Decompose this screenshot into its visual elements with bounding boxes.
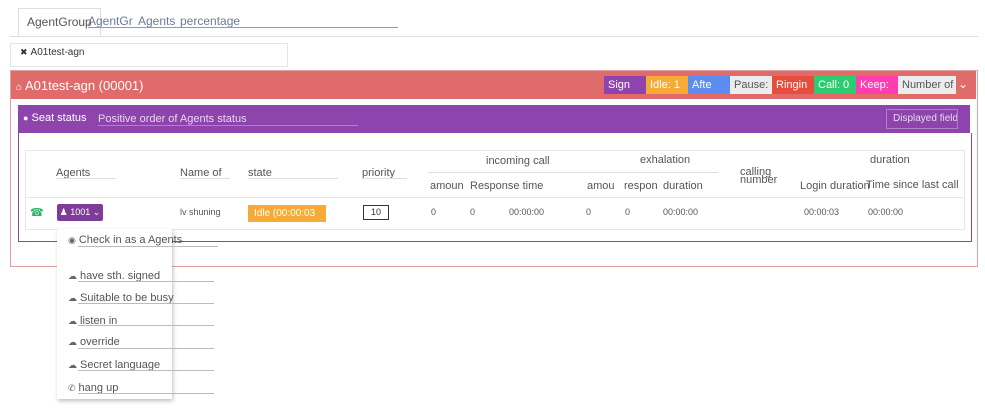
user-icon: ♟ bbox=[59, 207, 68, 217]
cloud-icon: ☁ bbox=[68, 293, 77, 303]
filter-chip-label: A01test-agn bbox=[30, 47, 85, 58]
tab-agents[interactable]: Agents bbox=[138, 14, 175, 28]
header-incoming-call: incoming call bbox=[486, 155, 550, 167]
cell-name: lv shuning bbox=[180, 207, 221, 217]
cell-out-response: 0 bbox=[625, 207, 631, 217]
menu-divider bbox=[78, 281, 214, 282]
tab-strip: AgentGroup AgentGr Agents percentage bbox=[10, 8, 978, 37]
badge-call[interactable]: Call: 0 bbox=[814, 76, 860, 94]
phone-hangup-icon: ✆ bbox=[68, 383, 76, 393]
menu-item-override[interactable]: ☁ override bbox=[68, 336, 120, 348]
menu-divider bbox=[78, 303, 214, 304]
tab-underline bbox=[88, 27, 398, 28]
badge-ringing[interactable]: Ringin bbox=[772, 76, 816, 94]
agent-id: 1001 bbox=[70, 207, 91, 217]
cell-since-last-call: 00:00:00 bbox=[868, 207, 904, 217]
header-duration: duration bbox=[870, 154, 910, 166]
filter-chip[interactable]: ✖ A01test-agn bbox=[20, 47, 84, 58]
cell-in-time: 00:00:00 bbox=[509, 207, 545, 217]
col-login-duration[interactable]: Login duration bbox=[800, 180, 870, 192]
col-since-last-call[interactable]: Time since last call bbox=[866, 179, 959, 191]
badge-keep[interactable]: Keep: bbox=[856, 76, 900, 94]
agent-action-menu bbox=[57, 229, 172, 399]
chevron-down-icon: ⌄ bbox=[92, 207, 101, 217]
menu-divider bbox=[78, 393, 214, 394]
cell-in-amount: 0 bbox=[431, 207, 437, 217]
menu-divider bbox=[78, 246, 218, 247]
header-divider bbox=[428, 172, 718, 173]
menu-item-label: Check in as a Agents bbox=[78, 234, 183, 246]
menu-divider bbox=[78, 348, 214, 349]
state-badge: Idle (00:00:03 bbox=[248, 205, 326, 222]
phone-icon: ☎ bbox=[30, 207, 44, 219]
col-in-amount[interactable]: amoun bbox=[430, 180, 464, 192]
cell-login-duration: 00:00:03 bbox=[804, 207, 840, 217]
badge-idle[interactable]: Idle: 1 bbox=[646, 76, 690, 94]
header-calling-number: calling number bbox=[740, 166, 778, 186]
chat-icon: ● bbox=[23, 113, 29, 123]
col-in-response[interactable]: Response time bbox=[470, 180, 543, 192]
priority-input[interactable]: 10 bbox=[363, 205, 389, 220]
rss-icon: ◉ bbox=[68, 235, 76, 245]
seat-status-label: Seat status bbox=[31, 112, 87, 124]
cell-out-amount: 0 bbox=[586, 207, 592, 217]
row-divider bbox=[25, 197, 963, 198]
home-icon: ⌂ bbox=[16, 82, 23, 93]
tab-agentgr[interactable]: AgentGr bbox=[88, 14, 133, 28]
col-state-underline bbox=[248, 178, 338, 179]
badge-after[interactable]: Afte bbox=[688, 76, 732, 94]
menu-item-label: override bbox=[80, 336, 120, 348]
tab-percentage[interactable]: percentage bbox=[180, 14, 240, 28]
badge-sign[interactable]: Sign bbox=[604, 76, 646, 94]
sort-order-select[interactable]: Positive order of Agents status bbox=[98, 113, 358, 126]
col-out-duration[interactable]: duration bbox=[663, 180, 703, 192]
menu-divider bbox=[78, 325, 214, 326]
col-name-underline bbox=[180, 178, 230, 179]
col-agents-underline bbox=[56, 178, 116, 179]
menu-item-check-in[interactable]: ◉ Check in as a Agents bbox=[68, 234, 182, 246]
close-icon[interactable]: ✖ bbox=[20, 47, 28, 57]
seat-status-title: ● Seat status bbox=[23, 112, 87, 124]
agent-menu-button[interactable]: ♟ 1001 ⌄ bbox=[57, 204, 103, 221]
badge-number[interactable]: Number of bbox=[898, 76, 956, 94]
col-priority-underline bbox=[362, 178, 407, 179]
group-title: ⌂ A01test-agn (00001) bbox=[16, 78, 143, 93]
cloud-icon: ☁ bbox=[68, 271, 77, 281]
displayed-fields-button[interactable]: Displayed fields bbox=[886, 109, 958, 129]
badge-pause[interactable]: Pause: bbox=[730, 76, 774, 94]
cloud-icon: ☁ bbox=[68, 337, 77, 347]
header-exhalation: exhalation bbox=[640, 154, 691, 166]
col-out-response[interactable]: respon bbox=[624, 180, 658, 192]
group-title-text: A01test-agn (00001) bbox=[24, 78, 144, 93]
menu-divider bbox=[78, 370, 214, 371]
cell-out-duration: 00:00:00 bbox=[663, 207, 699, 217]
cloud-icon: ☁ bbox=[68, 316, 77, 326]
col-out-amount[interactable]: amou bbox=[587, 180, 615, 192]
cloud-icon: ☁ bbox=[68, 360, 77, 370]
cell-in-response: 0 bbox=[470, 207, 476, 217]
chevron-down-icon[interactable]: ⌄ bbox=[958, 77, 968, 91]
